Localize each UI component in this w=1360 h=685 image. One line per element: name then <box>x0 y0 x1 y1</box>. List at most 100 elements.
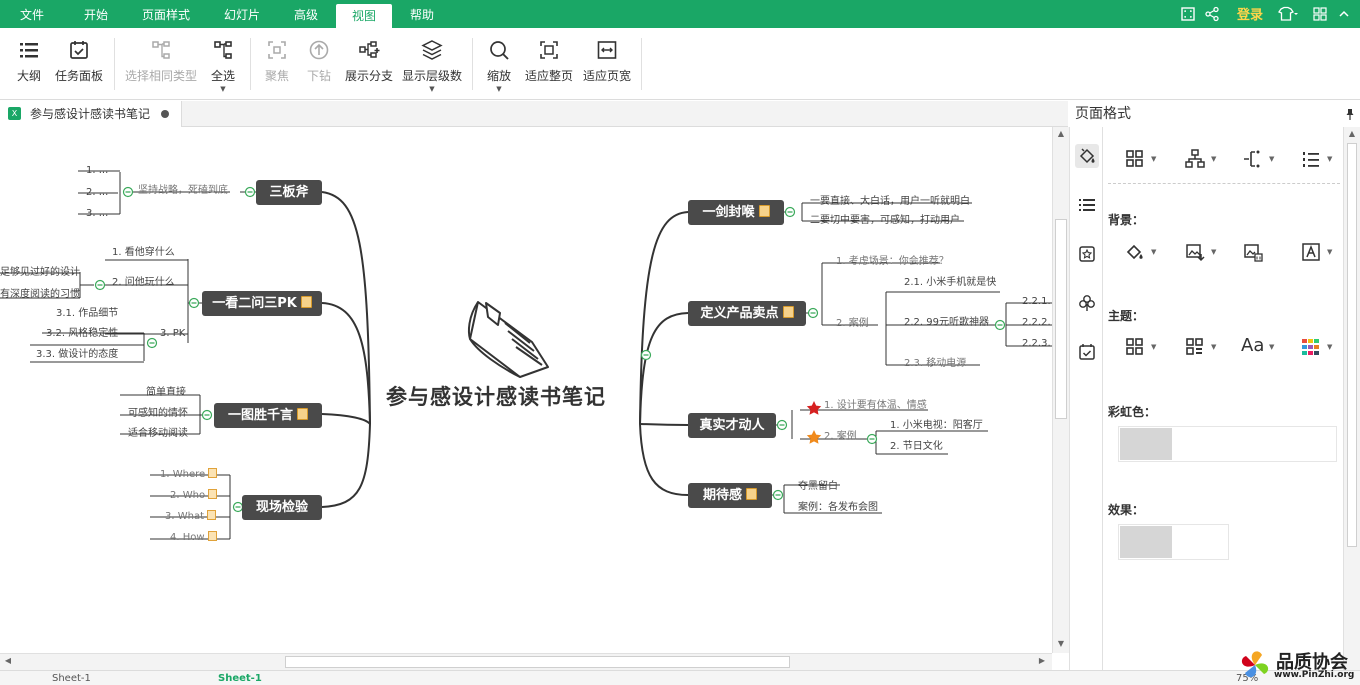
subtopic[interactable]: 3.1. 作品细节 <box>56 307 118 321</box>
panel-scroll-thumb[interactable] <box>1347 143 1357 547</box>
note-icon[interactable] <box>746 488 757 500</box>
bg-watermark-button[interactable]: ▼ <box>1301 242 1333 264</box>
task-panel-button[interactable]: 任务面板 <box>52 36 106 92</box>
select-same-type-button[interactable]: 选择相同类型 <box>122 36 200 92</box>
canvas-vertical-scrollbar[interactable]: ▲ ▼ <box>1052 127 1069 653</box>
vertical-scroll-thumb[interactable] <box>1055 219 1067 419</box>
subtopic[interactable]: 2. 案例 <box>824 430 857 444</box>
note-icon[interactable] <box>208 468 218 478</box>
subtopic[interactable]: 3.2. 风格稳定性 <box>46 327 118 341</box>
subtopic[interactable]: 1. 考虑场景：你会推荐？ <box>836 255 949 269</box>
note-icon[interactable] <box>297 408 308 420</box>
note-icon[interactable] <box>758 205 770 217</box>
numbering-button[interactable]: ▼ <box>1301 149 1333 171</box>
subtopic[interactable]: 夺黑留白 <box>798 480 838 494</box>
theme-font-button[interactable]: Aa ▼ <box>1241 335 1274 359</box>
subtopic[interactable]: 1. 小米电视：阳客厅 <box>890 419 983 433</box>
apps-icon[interactable] <box>1312 6 1328 22</box>
topic-field-test[interactable]: 现场检验 <box>242 495 322 520</box>
subtopic[interactable]: 案例：各发布会图 <box>798 501 878 515</box>
menu-page-style[interactable]: 页面样式 <box>134 0 198 28</box>
subtopic[interactable]: 简单直接 <box>146 386 186 400</box>
bg-image-button[interactable]: ▼ <box>1185 242 1217 264</box>
note-icon[interactable] <box>207 510 216 520</box>
panel-scrollbar[interactable]: ▲ <box>1343 127 1360 670</box>
page-format-tab[interactable] <box>1075 144 1099 168</box>
collapse-ribbon-icon[interactable] <box>1336 6 1352 22</box>
topic-look-ask-pk[interactable]: 一看二问三PK <box>202 291 322 316</box>
subtopic[interactable]: 适合移动阅读 <box>128 427 188 441</box>
subtopic[interactable]: 2.2.1. <box>1022 295 1051 309</box>
login-link[interactable]: 登录 <box>1237 0 1263 28</box>
outline-tab[interactable] <box>1075 193 1099 217</box>
subtopic[interactable]: 2.2.2. <box>1022 316 1051 330</box>
subtopic[interactable]: 2. Who <box>170 489 218 503</box>
subtopic[interactable]: 可感知的情怀 <box>128 407 188 421</box>
topic-picture-words[interactable]: 一图胜千言 <box>214 403 322 428</box>
subtopic[interactable]: 2. 节日文化 <box>890 440 943 454</box>
menu-slides[interactable]: 幻灯片 <box>214 0 270 28</box>
bg-remove-image-button[interactable] <box>1243 242 1275 264</box>
subtopic[interactable]: 3.3. 做设计的态度 <box>36 348 118 362</box>
pin-icon[interactable] <box>1345 108 1355 120</box>
select-all-button[interactable]: 全选 ▼ <box>206 36 240 93</box>
scroll-up-icon[interactable]: ▲ <box>1055 129 1067 138</box>
menu-file[interactable]: 文件 <box>8 0 56 28</box>
rainbow-color-selector[interactable] <box>1118 426 1337 462</box>
subtopic[interactable]: 1. Where <box>160 468 218 482</box>
fit-page-button[interactable]: 适应整页 <box>524 36 574 92</box>
subtopic[interactable]: 3. PK <box>160 327 185 341</box>
fit-width-button[interactable]: 适应页宽 <box>582 36 632 92</box>
theme-color-button[interactable]: ▼ <box>1301 337 1333 359</box>
central-topic[interactable]: 参与感设计感读书笔记 <box>386 381 606 411</box>
subtopic[interactable]: 2. 问他玩什么 <box>112 276 175 290</box>
subtopic[interactable]: 2.2.3. <box>1022 337 1051 351</box>
focus-button[interactable]: 聚焦 <box>260 36 294 92</box>
fullscreen-icon[interactable] <box>1180 6 1196 22</box>
theme-button[interactable]: ▼ <box>1125 337 1157 359</box>
layout-button[interactable]: ▼ <box>1125 149 1157 171</box>
topic-real-moving[interactable]: 真实才动人 <box>688 413 776 438</box>
horizontal-scroll-thumb[interactable] <box>285 656 790 668</box>
subtopic[interactable]: 2. ... <box>86 186 108 200</box>
subtopic[interactable]: 3. What <box>165 510 216 524</box>
zoom-button[interactable]: 缩放 ▼ <box>482 36 516 93</box>
topic-expectation[interactable]: 期待感 <box>688 483 772 508</box>
scroll-up-icon[interactable]: ▲ <box>1346 129 1358 138</box>
subtopic[interactable]: 2. 案例 <box>836 317 869 331</box>
document-tab[interactable]: X 参与感设计感读书笔记 <box>0 101 182 127</box>
show-branch-button[interactable]: 展示分支 <box>344 36 394 92</box>
subtopic-caption[interactable]: 坚持战略，死磕到底 <box>138 184 228 198</box>
canvas-horizontal-scrollbar[interactable]: ◀ ▶ <box>0 653 1052 670</box>
subtopic[interactable]: 4. How <box>170 531 217 545</box>
menu-help[interactable]: 帮助 <box>400 0 444 28</box>
note-icon[interactable] <box>207 531 217 541</box>
topic-one-sword[interactable]: 一剑封喉 <box>688 200 784 225</box>
menu-advanced[interactable]: 高级 <box>284 0 328 28</box>
note-icon[interactable] <box>208 489 218 499</box>
tasks-tab[interactable] <box>1075 340 1099 364</box>
subtopic[interactable]: 3. ... <box>86 207 108 221</box>
clipart-tab[interactable] <box>1075 291 1099 315</box>
structure-button[interactable]: ▼ <box>1185 149 1217 171</box>
menu-view[interactable]: 视图 <box>336 4 392 28</box>
effect-selector[interactable] <box>1118 524 1229 560</box>
drill-down-button[interactable]: 下钻 <box>302 36 336 92</box>
sheet-tab[interactable]: Sheet-1 <box>52 672 91 685</box>
subtopic[interactable]: 2.3. 移动电源 <box>904 357 966 371</box>
skin-icon[interactable] <box>1276 6 1298 22</box>
subtopic[interactable]: 足够见过好的设计 <box>0 266 80 280</box>
scroll-right-icon[interactable]: ▶ <box>1036 656 1048 665</box>
mindmap-canvas[interactable]: 参与感设计感读书笔记 三板斧 一看二问三PK 一图胜千言 现场检验 一剑封喉 定… <box>0 127 1052 653</box>
topic-selling-point[interactable]: 定义产品卖点 <box>688 301 806 326</box>
subtopic[interactable]: 1. 看他穿什么 <box>112 246 175 260</box>
subtopic[interactable]: 1. 设计要有体温、情感 <box>824 399 927 413</box>
subtopic[interactable]: 2.1. 小米手机就是快 <box>904 276 996 290</box>
subtopic[interactable]: 2.2. 99元听歌神器 <box>904 316 989 330</box>
show-levels-button[interactable]: 显示层级数 ▼ <box>400 36 464 93</box>
unsaved-dot-icon[interactable] <box>161 110 169 118</box>
scroll-left-icon[interactable]: ◀ <box>2 656 14 665</box>
bg-fill-button[interactable]: ▼ <box>1125 242 1157 264</box>
subtopic[interactable]: 1. ... <box>86 164 108 178</box>
menu-start[interactable]: 开始 <box>72 0 120 28</box>
